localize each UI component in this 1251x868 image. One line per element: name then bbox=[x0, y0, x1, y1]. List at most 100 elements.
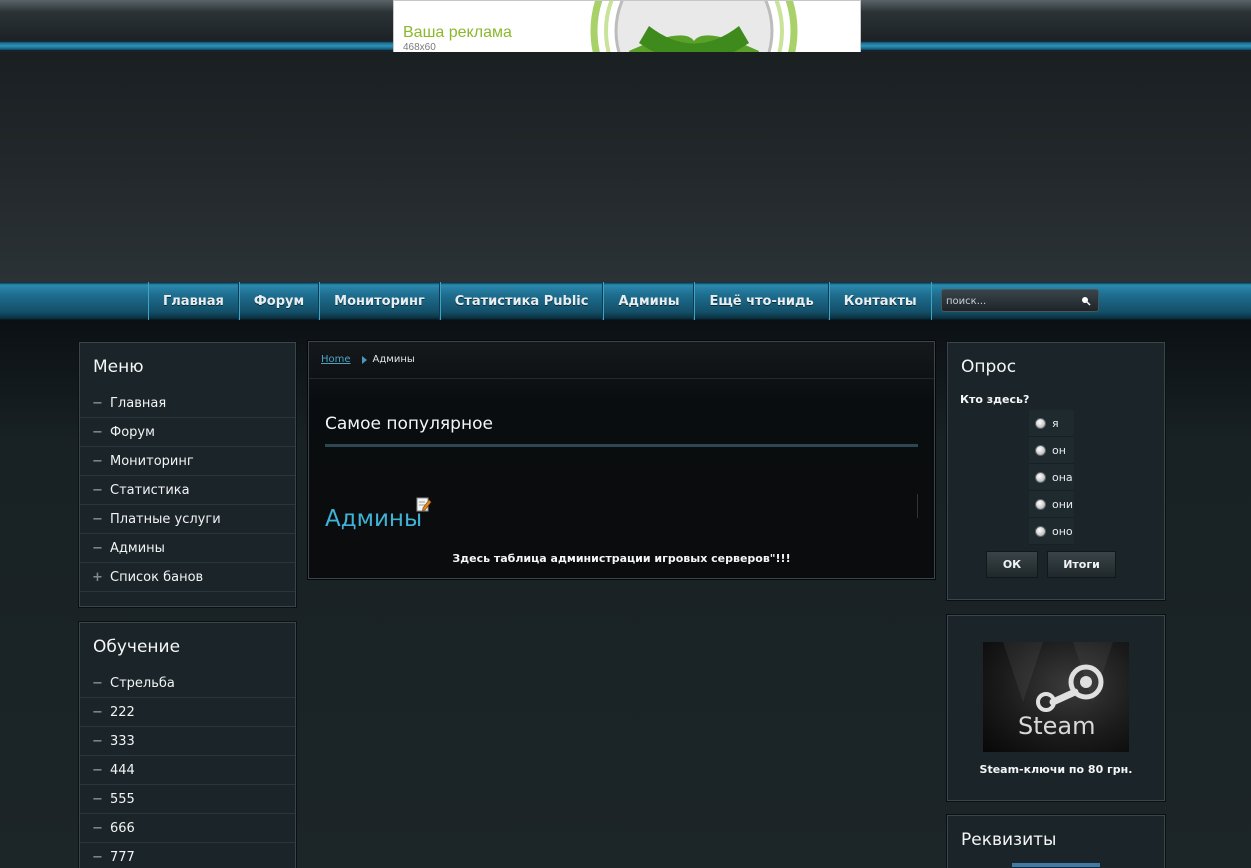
menu-item-label: Список банов bbox=[110, 569, 204, 585]
search-icon[interactable] bbox=[1078, 292, 1096, 310]
ad-banner[interactable]: Ваша реклама 468x60 bbox=[393, 0, 861, 60]
nav-item-monitoring[interactable]: Мониторинг bbox=[319, 282, 440, 320]
menu-item-label: Админы bbox=[110, 540, 165, 556]
poll-question: Кто здесь? bbox=[960, 393, 1030, 406]
requisites-image-edge bbox=[1012, 863, 1100, 867]
search-input[interactable] bbox=[946, 293, 1074, 309]
menu-item-label: Мониторинг bbox=[110, 453, 194, 469]
menu-item-home[interactable]: − Главная bbox=[80, 389, 295, 418]
article-text: Здесь таблица администрации игровых серв… bbox=[452, 552, 791, 565]
edit-icon[interactable] bbox=[416, 496, 432, 512]
learning-title: Обучение bbox=[93, 637, 181, 657]
poll-option-label: я bbox=[1052, 416, 1059, 430]
search-box bbox=[941, 289, 1099, 312]
radio-button[interactable] bbox=[1035, 525, 1046, 537]
dash-icon: − bbox=[92, 511, 103, 527]
breadcrumb-divider bbox=[309, 378, 934, 379]
learning-item-444[interactable]: −444 bbox=[80, 756, 295, 785]
section-divider bbox=[325, 444, 918, 447]
learning-list: − Стрельба −222 −333 −444 −555 −666 −777 bbox=[80, 669, 295, 868]
breadcrumb: Home Админы bbox=[321, 354, 415, 365]
poll-option-label: он bbox=[1052, 443, 1066, 457]
learning-panel: Обучение − Стрельба −222 −333 −444 −555 −… bbox=[78, 621, 297, 868]
poll-option-label: они bbox=[1052, 497, 1074, 511]
radio-button[interactable] bbox=[1035, 498, 1046, 510]
learning-item-label: 777 bbox=[110, 849, 135, 865]
learning-item-555[interactable]: −555 bbox=[80, 785, 295, 814]
nav-menu: Главная Форум Мониторинг Статистика Publ… bbox=[148, 282, 932, 320]
nav-item-home[interactable]: Главная bbox=[148, 282, 239, 320]
menu-item-monitoring[interactable]: − Мониторинг bbox=[80, 447, 295, 476]
nav-item-forum[interactable]: Форум bbox=[238, 282, 320, 320]
plus-icon: + bbox=[92, 569, 103, 585]
learning-item-777[interactable]: −777 bbox=[80, 843, 295, 868]
menu-panel: Меню − Главная − Форум − Мониторинг − Статис… bbox=[78, 341, 297, 608]
steam-banner[interactable]: Steam bbox=[983, 642, 1129, 752]
steam-panel: Steam Steam-ключи по 80 грн. bbox=[946, 614, 1166, 802]
nav-item-contacts[interactable]: Контакты bbox=[828, 282, 932, 320]
learning-item-label: 555 bbox=[110, 791, 135, 807]
breadcrumb-home-link[interactable]: Home bbox=[321, 354, 351, 365]
article-title[interactable]: Админы bbox=[325, 506, 422, 532]
steam-caption: Steam-ключи по 80 грн. bbox=[979, 763, 1133, 776]
poll-results-button[interactable]: Итоги bbox=[1047, 551, 1116, 578]
menu-item-ban-list[interactable]: + Список банов bbox=[80, 563, 295, 592]
main-content: Home Админы Самое популярное Админы Здес… bbox=[307, 340, 936, 580]
dash-icon: − bbox=[92, 540, 103, 556]
dash-icon: − bbox=[92, 675, 103, 691]
poll-option-label: она bbox=[1052, 470, 1073, 484]
menu-title: Меню bbox=[93, 357, 144, 377]
article-divider bbox=[917, 494, 918, 518]
site-header bbox=[0, 52, 1251, 282]
dash-icon: − bbox=[92, 482, 103, 498]
radio-button[interactable] bbox=[1035, 444, 1046, 456]
poll-options: я он она они оно bbox=[1029, 410, 1074, 545]
menu-item-statistics[interactable]: − Статистика bbox=[80, 476, 295, 505]
steam-logo-text: Steam bbox=[1018, 712, 1096, 740]
xbox-logo-icon bbox=[590, 1, 798, 59]
menu-list: − Главная − Форум − Мониторинг − Статистика … bbox=[80, 389, 295, 592]
dash-icon: − bbox=[92, 733, 103, 749]
poll-option[interactable]: он bbox=[1029, 437, 1074, 464]
nav-item-statistics[interactable]: Статистика Public bbox=[439, 282, 604, 320]
radio-button[interactable] bbox=[1035, 417, 1046, 429]
learning-item-666[interactable]: −666 bbox=[80, 814, 295, 843]
dash-icon: − bbox=[92, 820, 103, 836]
poll-option[interactable]: они bbox=[1029, 491, 1074, 518]
dash-icon: − bbox=[92, 453, 103, 469]
section-title: Самое популярное bbox=[325, 414, 493, 434]
menu-item-paid-services[interactable]: − Платные услуги bbox=[80, 505, 295, 534]
learning-item-shooting[interactable]: − Стрельба bbox=[80, 669, 295, 698]
radio-button[interactable] bbox=[1035, 471, 1046, 483]
dash-icon: − bbox=[92, 762, 103, 778]
requisites-panel: Реквизиты bbox=[946, 814, 1166, 868]
learning-item-222[interactable]: −222 bbox=[80, 698, 295, 727]
dash-icon: − bbox=[92, 849, 103, 865]
dash-icon: − bbox=[92, 395, 103, 411]
learning-item-label: 444 bbox=[110, 762, 135, 778]
dash-icon: − bbox=[92, 791, 103, 807]
menu-item-label: Главная bbox=[110, 395, 167, 411]
poll-option[interactable]: она bbox=[1029, 464, 1074, 491]
poll-ok-button[interactable]: ОК bbox=[986, 551, 1038, 578]
nav-item-other[interactable]: Ещё что-нидь bbox=[694, 282, 829, 320]
menu-item-label: Форум bbox=[110, 424, 155, 440]
poll-option[interactable]: оно bbox=[1029, 518, 1074, 545]
poll-panel: Опрос Кто здесь? я он она они оно ОК Ито… bbox=[946, 341, 1166, 601]
requisites-title: Реквизиты bbox=[961, 830, 1057, 850]
dash-icon: − bbox=[92, 424, 103, 440]
learning-item-label: 333 bbox=[110, 733, 135, 749]
menu-item-label: Платные услуги bbox=[110, 511, 221, 527]
learning-item-label: 666 bbox=[110, 820, 135, 836]
breadcrumb-arrow-icon bbox=[361, 355, 367, 364]
poll-title: Опрос bbox=[961, 357, 1017, 377]
poll-option[interactable]: я bbox=[1029, 410, 1074, 437]
menu-item-label: Статистика bbox=[110, 482, 190, 498]
nav-item-admins[interactable]: Админы bbox=[603, 282, 695, 320]
breadcrumb-current: Админы bbox=[372, 354, 415, 365]
dash-icon: − bbox=[92, 704, 103, 720]
menu-item-forum[interactable]: − Форум bbox=[80, 418, 295, 447]
learning-item-333[interactable]: −333 bbox=[80, 727, 295, 756]
poll-option-label: оно bbox=[1052, 524, 1073, 538]
menu-item-admins[interactable]: − Админы bbox=[80, 534, 295, 563]
